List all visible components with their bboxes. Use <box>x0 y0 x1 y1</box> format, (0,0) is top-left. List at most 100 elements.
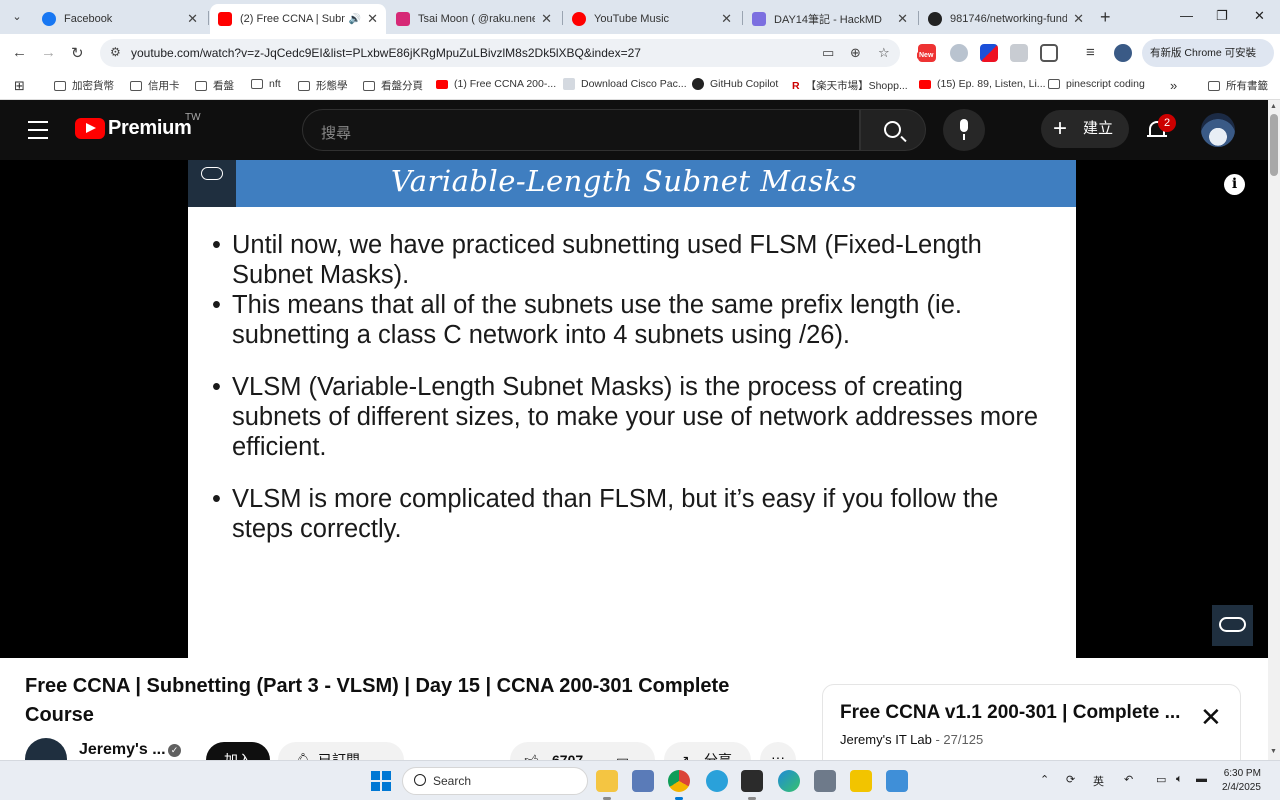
tab-separator <box>562 11 563 25</box>
speaker-icon[interactable]: 🔊 <box>349 14 361 25</box>
browser-toolbar: ← → ↻ ⚙ youtube.com/watch?v=z-JqCedc9EI&… <box>0 34 1280 72</box>
sync-icon[interactable]: ⟳ <box>1066 773 1075 786</box>
tab-title: 981746/networking-funda <box>950 13 1068 25</box>
voice-search-button[interactable] <box>943 109 985 151</box>
close-tab-icon[interactable]: ✕ <box>1073 11 1084 27</box>
minimize-icon[interactable]: — <box>1180 8 1193 23</box>
tab-facebook[interactable]: Facebook ✕ <box>34 4 206 34</box>
ime-indicator[interactable]: 英 <box>1093 773 1104 789</box>
reload-icon[interactable]: ↻ <box>71 44 84 62</box>
extension-flag-icon[interactable] <box>980 44 998 62</box>
bookmark-item[interactable]: 信用卡 <box>130 78 180 93</box>
calculator-icon[interactable] <box>814 770 836 792</box>
app-icon[interactable] <box>632 770 654 792</box>
site-info-icon[interactable]: ⚙ <box>110 45 121 59</box>
all-bookmarks[interactable]: 所有書籤 <box>1208 78 1268 93</box>
close-playlist-icon[interactable]: ✕ <box>1200 704 1222 730</box>
system-clock[interactable]: 6:30 PM 2/4/2025 <box>1222 767 1261 795</box>
close-tab-icon[interactable]: ✕ <box>721 11 732 27</box>
volume-icon[interactable]: 🔈︎ <box>1176 773 1183 786</box>
channel-watermark-logo[interactable] <box>1212 605 1253 646</box>
tab-instagram[interactable]: Tsai Moon ( @raku.nene ) ✕ <box>388 4 560 34</box>
bookmark-item[interactable]: 看盤 <box>195 78 234 93</box>
tab-hackmd[interactable]: DAY14筆記 - HackMD ✕ <box>744 4 916 34</box>
chrome-update-chip[interactable]: 有新版 Chrome 可安裝 <box>1142 39 1274 67</box>
windows-start-icon[interactable] <box>371 771 391 791</box>
extension-globe-icon[interactable] <box>950 44 968 62</box>
tab-github[interactable]: 981746/networking-funda ✕ <box>920 4 1092 34</box>
bookmark-item[interactable]: R 【楽天市場】Shopp... <box>792 78 908 93</box>
back-arrow-icon[interactable]: ← <box>12 44 27 61</box>
terminal-icon[interactable] <box>741 770 763 792</box>
scroll-up-arrow-icon[interactable]: ▲ <box>1270 103 1277 110</box>
search-input[interactable]: 搜尋 <box>302 109 860 151</box>
tray-overflow-chevron-icon[interactable]: ⌃ <box>1040 773 1049 786</box>
close-tab-icon[interactable]: ✕ <box>541 11 552 27</box>
search-button[interactable] <box>860 109 926 151</box>
more-bookmarks-chevron-icon[interactable]: » <box>1170 78 1177 93</box>
zoom-icon[interactable]: ⊕ <box>850 45 861 61</box>
window-close-icon[interactable]: ✕ <box>1254 8 1265 24</box>
close-tab-icon[interactable]: ✕ <box>367 11 378 27</box>
facebook-icon <box>42 12 56 26</box>
network-icon[interactable]: ▭ <box>1156 773 1166 786</box>
video-player[interactable]: Variable-Length Subnet Masks Until now, … <box>0 160 1268 658</box>
bookmark-item[interactable]: Download Cisco Pac... <box>563 78 687 90</box>
playlist-channel[interactable]: Jeremy's IT Lab <box>840 732 932 747</box>
sticky-app-icon[interactable] <box>850 770 872 792</box>
menu-hamburger-icon[interactable] <box>28 121 48 145</box>
hackmd-icon <box>752 12 766 26</box>
premium-wordmark[interactable]: Premium <box>108 117 192 140</box>
install-app-icon[interactable]: ▭ <box>822 45 834 61</box>
forward-arrow-icon[interactable]: → <box>41 44 56 61</box>
extensions-puzzle-icon[interactable] <box>1040 44 1058 62</box>
create-button[interactable]: + 建立 <box>1041 110 1129 148</box>
bookmark-item[interactable]: nft <box>251 78 281 90</box>
url-text[interactable]: youtube.com/watch?v=z-JqCedc9EI&list=PLx… <box>131 46 641 60</box>
bookmark-item[interactable]: GitHub Copilot <box>692 78 778 90</box>
scroll-thumb[interactable] <box>1270 114 1278 176</box>
bookmark-item[interactable]: 看盤分頁 <box>363 78 423 93</box>
youtube-logo-icon[interactable] <box>75 118 105 139</box>
new-tab-plus-icon[interactable]: + <box>1100 7 1111 28</box>
ime-mode-icon[interactable]: ↶ <box>1124 773 1133 786</box>
taskbar-search-box[interactable]: Search <box>402 767 588 795</box>
telegram-icon[interactable] <box>706 770 728 792</box>
apps-grid-icon[interactable]: ⊞ <box>14 78 25 94</box>
restore-icon[interactable]: ❐ <box>1216 8 1228 24</box>
profile-icon[interactable] <box>1114 44 1132 62</box>
video-title: Free CCNA | Subnetting (Part 3 - VLSM) |… <box>25 675 730 726</box>
media-control-icon[interactable]: ≡ <box>1086 44 1095 61</box>
youtube-masthead: Premium TW 搜尋 + 建立 <box>0 100 1268 160</box>
bookmark-item[interactable]: (15) Ep. 89, Listen, Li... <box>919 78 1046 90</box>
bookmark-item[interactable]: 形態學 <box>298 78 348 93</box>
bookmark-item[interactable]: (1) Free CCNA 200-... <box>436 78 556 90</box>
slide-header: Variable-Length Subnet Masks <box>188 160 1076 207</box>
slide-bullet-list: Until now, we have practiced subnetting … <box>212 230 1052 544</box>
playlist-meta: Jeremy's IT Lab - 27/125 <box>840 732 984 747</box>
account-avatar[interactable] <box>1201 113 1235 147</box>
extension-photo-icon[interactable] <box>1010 44 1028 62</box>
close-tab-icon[interactable]: ✕ <box>897 11 908 27</box>
edge-icon[interactable] <box>778 770 800 792</box>
battery-icon[interactable]: ▬ <box>1196 773 1207 785</box>
chrome-icon[interactable] <box>668 770 690 792</box>
address-bar[interactable]: ⚙ youtube.com/watch?v=z-JqCedc9EI&list=P… <box>100 39 900 67</box>
tab-youtube-music[interactable]: YouTube Music ✕ <box>564 4 740 34</box>
slide-bullet: Until now, we have practiced subnetting … <box>212 230 1052 290</box>
video-info-icon[interactable]: i <box>1224 174 1245 195</box>
bookmark-item[interactable]: 加密貨幣 <box>54 78 114 93</box>
bookmark-item[interactable]: pinescript coding <box>1048 78 1145 90</box>
channel-name[interactable]: Jeremy's ... <box>79 741 166 759</box>
tab-active-ccna[interactable]: (2) Free CCNA | Subnet 🔊 ✕ <box>210 4 386 34</box>
notepad-icon[interactable] <box>886 770 908 792</box>
youtube-icon <box>218 12 232 26</box>
file-explorer-icon[interactable] <box>596 770 618 792</box>
page-scrollbar[interactable]: ▲ ▼ <box>1268 100 1280 760</box>
slide-bullet: This means that all of the subnets use t… <box>212 290 1052 350</box>
tab-search-chevron-icon[interactable]: ⌄ <box>6 6 28 28</box>
bookmark-star-icon[interactable]: ☆ <box>878 45 890 61</box>
scroll-down-arrow-icon[interactable]: ▼ <box>1270 748 1277 755</box>
playlist-title[interactable]: Free CCNA v1.1 200-301 | Complete ... <box>840 702 1180 724</box>
close-tab-icon[interactable]: ✕ <box>187 11 198 27</box>
